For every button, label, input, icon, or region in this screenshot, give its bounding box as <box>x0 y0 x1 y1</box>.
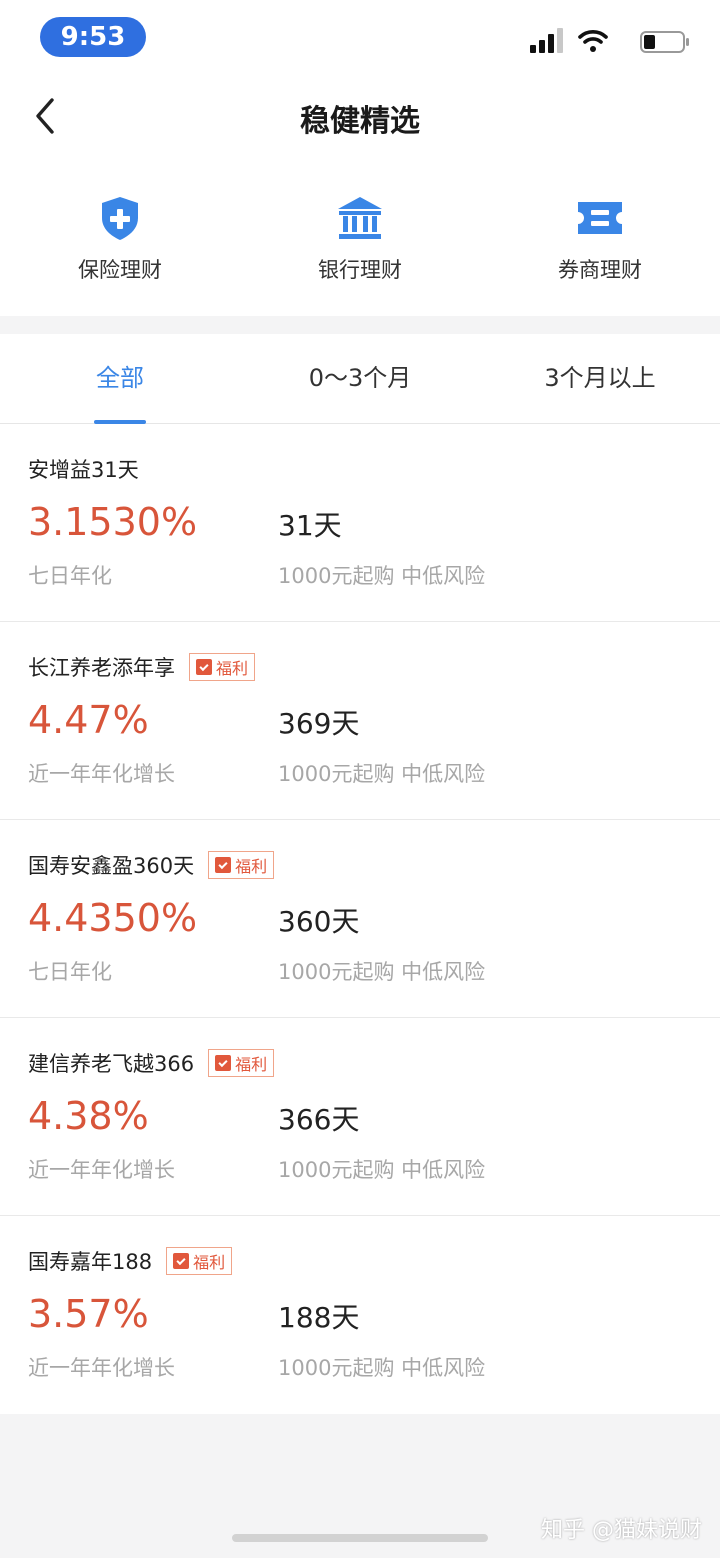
battery-icon <box>640 31 689 53</box>
product-name: 安增益31天 <box>28 458 139 482</box>
tab-over-3-months[interactable]: 3个月以上 <box>480 334 720 424</box>
product-rate-label: 七日年化 <box>28 960 112 984</box>
nav-bar: 稳健精选 <box>0 72 720 160</box>
product-term: 366天 <box>278 1103 360 1136</box>
product-info: 1000元起购 中低风险 <box>278 960 486 984</box>
welfare-badge: 福利 <box>208 1049 275 1077</box>
product-name: 长江养老添年享 <box>28 656 175 680</box>
product-item[interactable]: 建信养老飞越366 福利 4.38% 366天 近一年年化增长 1000元起购 … <box>0 1018 720 1216</box>
product-name: 建信养老飞越366 <box>28 1052 195 1076</box>
wifi-icon <box>578 30 608 52</box>
watermark: 知乎 @猫妹说财 <box>541 1518 702 1543</box>
product-rate-label: 七日年化 <box>28 564 112 588</box>
product-rate: 3.1530% <box>28 500 198 544</box>
category-insurance[interactable]: 保险理财 <box>0 194 240 294</box>
product-info: 1000元起购 中低风险 <box>278 1356 486 1380</box>
red-packet-icon <box>215 1055 232 1071</box>
product-item[interactable]: 安增益31天 3.1530% 31天 七日年化 1000元起购 中低风险 <box>0 424 720 622</box>
cellular-signal-icon <box>530 28 563 53</box>
product-rate: 4.47% <box>28 698 149 742</box>
product-list: 安增益31天 3.1530% 31天 七日年化 1000元起购 中低风险 长江养… <box>0 424 720 1414</box>
status-bar: 9:53 <box>0 0 720 72</box>
category-label: 券商理财 <box>558 258 642 282</box>
home-indicator[interactable] <box>232 1534 488 1542</box>
product-rate-label: 近一年年化增长 <box>28 762 175 786</box>
category-broker[interactable]: 券商理财 <box>480 194 720 294</box>
product-item[interactable]: 国寿安鑫盈360天 福利 4.4350% 360天 七日年化 1000元起购 中… <box>0 820 720 1018</box>
product-item[interactable]: 国寿嘉年188 福利 3.57% 188天 近一年年化增长 1000元起购 中低… <box>0 1216 720 1414</box>
product-rate-label: 近一年年化增长 <box>28 1158 175 1182</box>
red-packet-icon <box>173 1253 190 1269</box>
category-section: 保险理财 银行理财 券商理财 <box>0 160 720 316</box>
welfare-badge-label: 福利 <box>235 857 268 876</box>
product-rate: 4.4350% <box>28 896 198 940</box>
product-item[interactable]: 长江养老添年享 福利 4.47% 369天 近一年年化增长 1000元起购 中低… <box>0 622 720 820</box>
page-title: 稳健精选 <box>300 104 420 139</box>
status-time[interactable]: 9:53 <box>40 17 146 57</box>
welfare-badge-label: 福利 <box>235 1055 268 1074</box>
product-rate: 4.38% <box>28 1094 149 1138</box>
ticket-icon <box>578 202 622 234</box>
welfare-badge: 福利 <box>166 1247 233 1275</box>
category-label: 银行理财 <box>318 258 402 282</box>
period-tabs: 全部 0～3个月 3个月以上 <box>0 334 720 424</box>
product-term: 369天 <box>278 707 360 740</box>
product-rate-label: 近一年年化增长 <box>28 1356 175 1380</box>
category-bank[interactable]: 银行理财 <box>240 194 480 294</box>
product-name: 国寿安鑫盈360天 <box>28 854 195 878</box>
red-packet-icon <box>215 857 232 873</box>
tab-0-3-months[interactable]: 0～3个月 <box>240 334 480 424</box>
tab-all[interactable]: 全部 <box>0 334 240 424</box>
product-term: 31天 <box>278 509 342 542</box>
bank-icon <box>338 197 382 239</box>
product-info: 1000元起购 中低风险 <box>278 564 486 588</box>
product-term: 360天 <box>278 905 360 938</box>
category-label: 保险理财 <box>78 258 162 282</box>
red-packet-icon <box>196 659 212 675</box>
product-rate: 3.57% <box>28 1292 149 1336</box>
status-icons <box>520 28 690 58</box>
product-name: 国寿嘉年188 <box>28 1250 153 1274</box>
welfare-badge-label: 福利 <box>216 659 249 678</box>
welfare-badge: 福利 <box>208 851 275 879</box>
product-info: 1000元起购 中低风险 <box>278 1158 486 1182</box>
product-info: 1000元起购 中低风险 <box>278 762 486 786</box>
welfare-badge: 福利 <box>189 653 256 681</box>
shield-plus-icon <box>102 197 138 240</box>
welfare-badge-label: 福利 <box>193 1253 226 1272</box>
product-term: 188天 <box>278 1301 360 1334</box>
